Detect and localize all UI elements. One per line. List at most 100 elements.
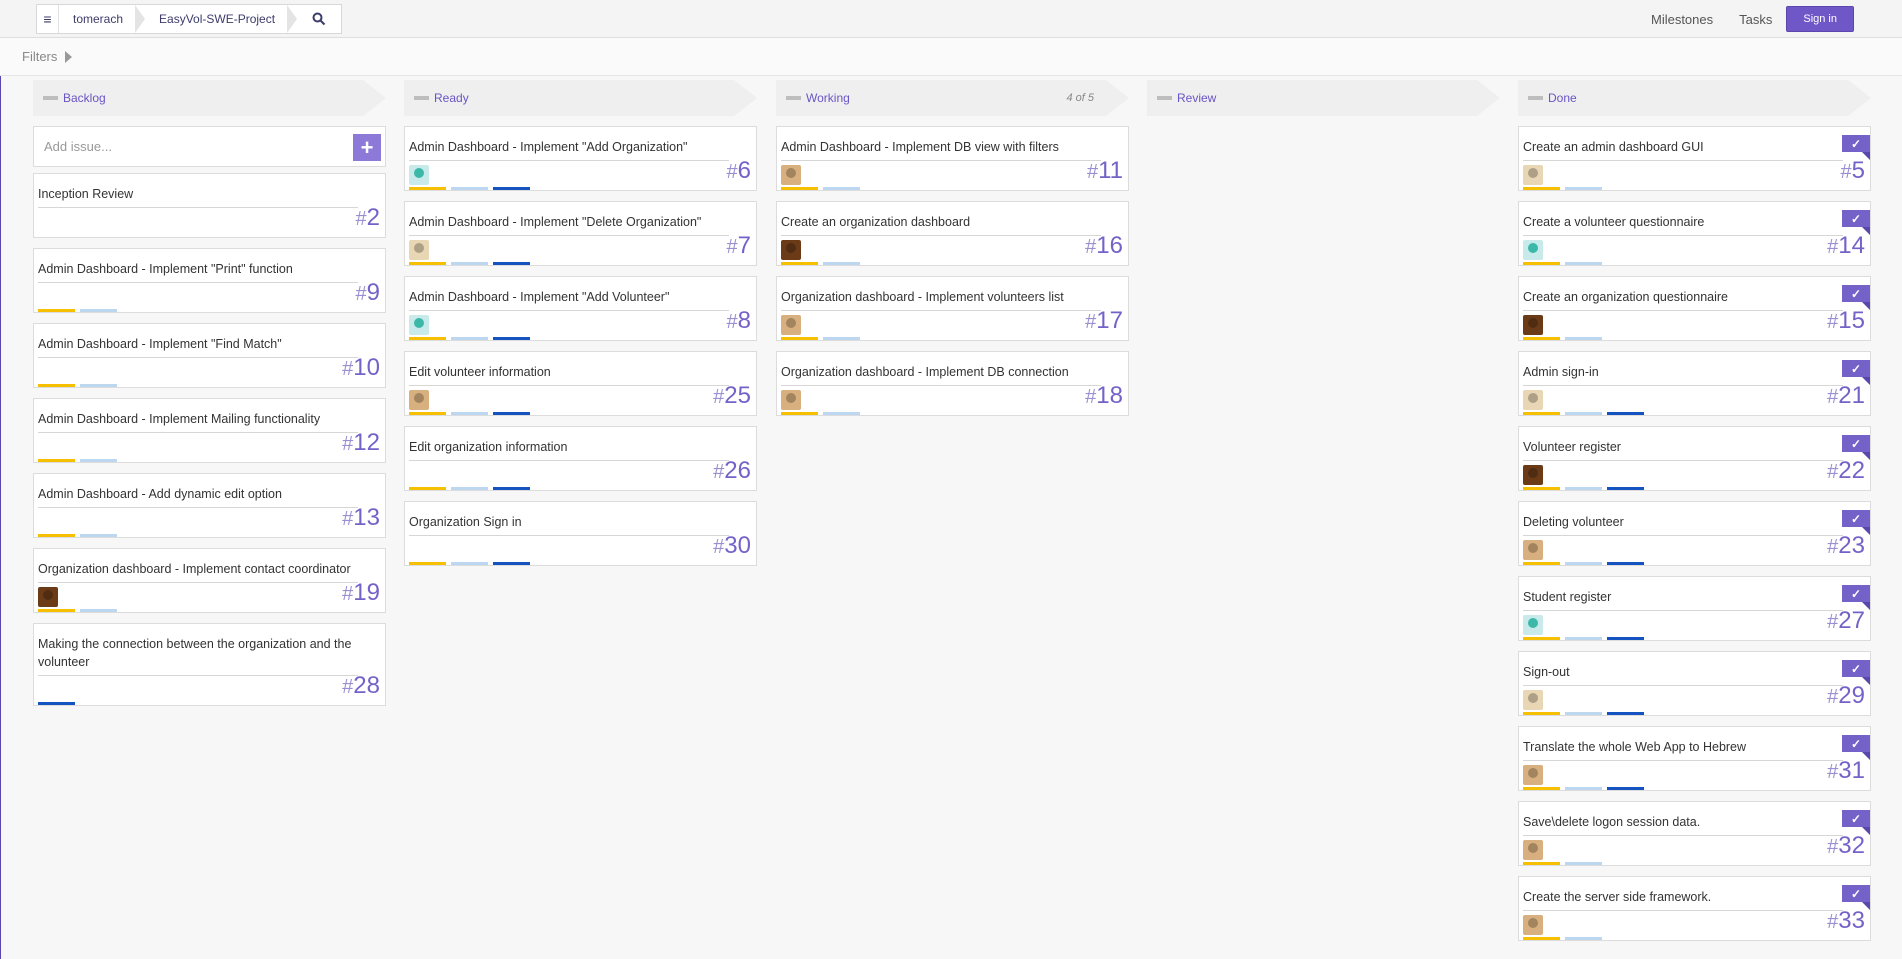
issue-number: #12	[342, 429, 380, 456]
checkmark-icon[interactable]: ✓	[1842, 210, 1870, 227]
issue-title: Create an admin dashboard GUI	[1523, 138, 1843, 161]
assignee-avatar[interactable]	[1523, 615, 1543, 635]
issue-card[interactable]: Create an organization dashboard #16	[776, 201, 1129, 266]
issue-title: Admin Dashboard - Implement "Add Volunte…	[409, 288, 729, 311]
checkmark-icon[interactable]: ✓	[1842, 885, 1870, 902]
checkmark-icon[interactable]: ✓	[1842, 135, 1870, 152]
issue-card[interactable]: Deleting volunteer ✓ #23	[1518, 501, 1871, 566]
issue-card[interactable]: Organization dashboard - Implement volun…	[776, 276, 1129, 341]
issue-card[interactable]: Sign-out ✓ #29	[1518, 651, 1871, 716]
issue-card[interactable]: Admin sign-in ✓ #21	[1518, 351, 1871, 416]
column-header[interactable]: Ready	[404, 80, 757, 116]
column-ready: Ready Admin Dashboard - Implement "Add O…	[404, 80, 757, 576]
assignee-avatar[interactable]	[781, 240, 801, 260]
plus-icon[interactable]: +	[353, 134, 381, 161]
issue-card[interactable]: Volunteer register ✓ #22	[1518, 426, 1871, 491]
issue-card[interactable]: Admin Dashboard - Implement "Add Organiz…	[404, 126, 757, 191]
wip-count: 4 of 5	[1066, 92, 1094, 104]
add-issue-input[interactable]: Add issue...	[44, 139, 112, 154]
issue-number: #29	[1827, 682, 1865, 709]
issue-card[interactable]: Admin Dashboard - Implement "Find Match"…	[33, 323, 386, 388]
issue-card[interactable]: Translate the whole Web App to Hebrew ✓ …	[1518, 726, 1871, 791]
sign-in-button[interactable]: Sign in	[1786, 6, 1854, 32]
column-header[interactable]: Done	[1518, 80, 1871, 116]
checkmark-icon[interactable]: ✓	[1842, 285, 1870, 302]
issue-number: #30	[713, 532, 751, 559]
issue-card[interactable]: Admin Dashboard - Implement Mailing func…	[33, 398, 386, 463]
checkmark-icon[interactable]: ✓	[1842, 810, 1870, 827]
issue-card[interactable]: Organization dashboard - Implement conta…	[33, 548, 386, 613]
column-header[interactable]: Working 4 of 5	[776, 80, 1129, 116]
breadcrumb-repo[interactable]: EasyVol-SWE-Project	[145, 5, 298, 33]
issue-card[interactable]: Create the server side framework. ✓ #33	[1518, 876, 1871, 941]
issue-number: #2	[355, 204, 380, 231]
issue-card[interactable]: Admin Dashboard - Implement DB view with…	[776, 126, 1129, 191]
issue-card[interactable]: Admin Dashboard - Implement "Add Volunte…	[404, 276, 757, 341]
assignee-avatar[interactable]	[781, 390, 801, 410]
issue-number: #28	[342, 672, 380, 699]
label-bars	[38, 534, 122, 537]
assignee-avatar[interactable]	[1523, 915, 1543, 935]
issue-number: #8	[726, 307, 751, 334]
menu-icon[interactable]: ≡	[37, 5, 59, 33]
issue-title: Inception Review	[38, 185, 358, 208]
assignee-avatar[interactable]	[781, 165, 801, 185]
column-backlog: Backlog Add issue... + Inception Review …	[33, 80, 386, 716]
issue-card[interactable]: Admin Dashboard - Add dynamic edit optio…	[33, 473, 386, 538]
search-icon[interactable]	[297, 5, 341, 33]
assignee-avatar[interactable]	[409, 165, 429, 185]
issue-card[interactable]: Making the connection between the organi…	[33, 623, 386, 706]
issue-card[interactable]: Admin Dashboard - Implement "Print" func…	[33, 248, 386, 313]
checkmark-icon[interactable]: ✓	[1842, 435, 1870, 452]
issue-card[interactable]: Admin Dashboard - Implement "Delete Orga…	[404, 201, 757, 266]
issue-number: #25	[713, 382, 751, 409]
assignee-avatar[interactable]	[409, 240, 429, 260]
assignee-avatar[interactable]	[1523, 315, 1543, 335]
issue-card[interactable]: Create an organization questionnaire ✓ #…	[1518, 276, 1871, 341]
filters-toggle[interactable]: Filters	[0, 38, 1902, 76]
milestones-link[interactable]: Milestones	[1651, 12, 1713, 27]
assignee-avatar[interactable]	[409, 390, 429, 410]
checkmark-icon[interactable]: ✓	[1842, 360, 1870, 377]
collapse-dash-icon	[1528, 96, 1543, 100]
checkmark-icon[interactable]: ✓	[1842, 735, 1870, 752]
issue-title: Admin Dashboard - Implement "Delete Orga…	[409, 213, 729, 236]
column-header[interactable]: Review	[1147, 80, 1500, 116]
assignee-avatar[interactable]	[409, 315, 429, 335]
checkmark-icon[interactable]: ✓	[1842, 660, 1870, 677]
issue-title: Create a volunteer questionnaire	[1523, 213, 1843, 236]
assignee-avatar[interactable]	[1523, 765, 1543, 785]
issue-title: Translate the whole Web App to Hebrew	[1523, 738, 1843, 761]
add-issue-field[interactable]: Add issue... +	[33, 126, 386, 167]
checkmark-icon[interactable]: ✓	[1842, 585, 1870, 602]
issue-card[interactable]: Organization dashboard - Implement DB co…	[776, 351, 1129, 416]
assignee-avatar[interactable]	[38, 587, 58, 607]
label-bars	[1523, 187, 1607, 190]
label-bars	[1523, 937, 1607, 940]
assignee-avatar[interactable]	[1523, 390, 1543, 410]
issue-card[interactable]: Inception Review #2	[33, 173, 386, 238]
tasks-link[interactable]: Tasks	[1739, 12, 1772, 27]
assignee-avatar[interactable]	[1523, 540, 1543, 560]
issue-card[interactable]: Organization Sign in #30	[404, 501, 757, 566]
assignee-avatar[interactable]	[1523, 165, 1543, 185]
checkmark-icon[interactable]: ✓	[1842, 510, 1870, 527]
issue-title: Create the server side framework.	[1523, 888, 1843, 911]
issue-number: #13	[342, 504, 380, 531]
issue-number: #9	[355, 279, 380, 306]
issue-card[interactable]: Save\delete logon session data. ✓ #32	[1518, 801, 1871, 866]
issue-card[interactable]: Student register ✓ #27	[1518, 576, 1871, 641]
assignee-avatar[interactable]	[1523, 465, 1543, 485]
breadcrumb-owner[interactable]: tomerach	[59, 5, 146, 33]
assignee-avatar[interactable]	[781, 315, 801, 335]
issue-card[interactable]: Edit volunteer information #25	[404, 351, 757, 416]
assignee-avatar[interactable]	[1523, 240, 1543, 260]
label-bars	[1523, 412, 1649, 415]
issue-card[interactable]: Edit organization information #26	[404, 426, 757, 491]
column-header[interactable]: Backlog	[33, 80, 386, 116]
issue-title: Admin Dashboard - Implement "Find Match"	[38, 335, 358, 358]
assignee-avatar[interactable]	[1523, 840, 1543, 860]
issue-card[interactable]: Create a volunteer questionnaire ✓ #14	[1518, 201, 1871, 266]
issue-card[interactable]: Create an admin dashboard GUI ✓ #5	[1518, 126, 1871, 191]
assignee-avatar[interactable]	[1523, 690, 1543, 710]
